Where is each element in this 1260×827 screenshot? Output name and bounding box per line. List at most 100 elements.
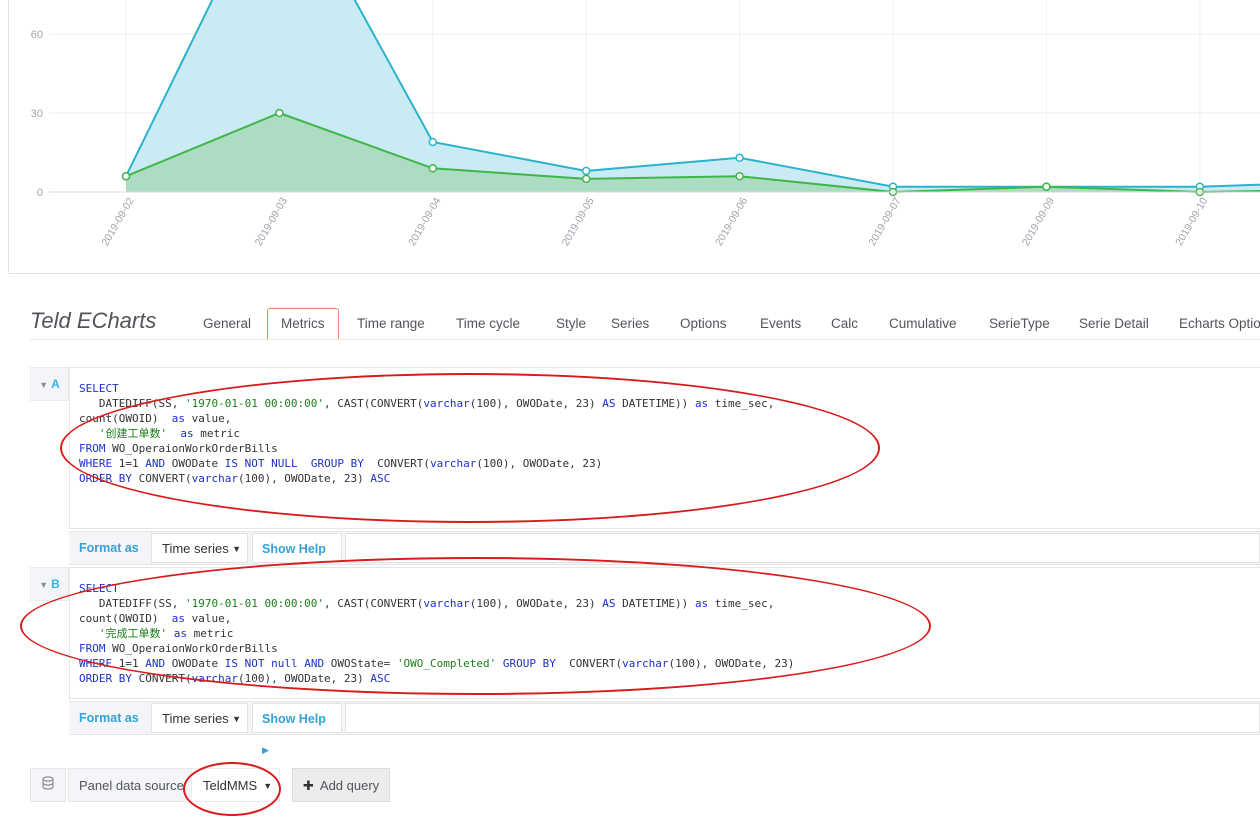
- query-a-sql[interactable]: SELECT DATEDIFF(SS, '1970-01-01 00:00:00…: [79, 381, 774, 486]
- query-letter: A: [51, 377, 60, 391]
- query-a-toggle[interactable]: ▼ A: [30, 367, 69, 401]
- series-point: [275, 108, 284, 118]
- sql-token: as: [171, 412, 185, 425]
- sql-token: DATETIME)): [615, 597, 695, 610]
- collapse-caret-icon: ▼: [39, 380, 49, 390]
- tab-general[interactable]: General: [190, 308, 264, 339]
- sql-line: WHERE 1=1 AND OWODate IS NOT NULL GROUP …: [79, 456, 774, 471]
- show-help-label: Show Help: [262, 712, 326, 726]
- sql-token: as: [694, 597, 709, 610]
- sql-token: DATEDIFF(SS,: [79, 397, 185, 410]
- sql-line: DATEDIFF(SS, '1970-01-01 00:00:00', CAST…: [79, 396, 775, 411]
- sql-token: as: [180, 427, 194, 440]
- sql-token: CONVERT(: [555, 657, 623, 670]
- format-select-value: Time series: [162, 541, 229, 556]
- sql-token: DATETIME)): [615, 397, 695, 410]
- sql-line: '创建工单数' as metric: [79, 426, 774, 441]
- sql-token: FROM: [79, 642, 106, 655]
- format-select[interactable]: Time series ▼: [151, 703, 248, 733]
- show-help-button[interactable]: Show Help ▶: [252, 703, 342, 755]
- y-tick-label: 30: [31, 108, 43, 120]
- sql-token: AS: [602, 597, 616, 610]
- sql-token: SELECT: [79, 382, 119, 395]
- sql-token: GROUP BY: [502, 657, 556, 670]
- database-icon: [30, 768, 66, 802]
- toolbar-filler: [345, 533, 1260, 563]
- sql-token: CONVERT(: [363, 457, 431, 470]
- add-query-label: Add query: [319, 778, 380, 793]
- toolbar-filler: [345, 703, 1260, 733]
- format-as-label: Format as: [79, 541, 139, 555]
- editor-title: Teld ECharts: [30, 308, 157, 333]
- sql-token: CONVERT(: [131, 672, 192, 685]
- add-query-button[interactable]: ✚ Add query: [292, 768, 391, 802]
- tab-style[interactable]: Style: [543, 308, 599, 339]
- sql-token: (100), OWODate, 23): [237, 472, 371, 485]
- sql-token: varchar: [622, 657, 669, 670]
- sql-token: ASC: [370, 472, 391, 485]
- sql-token: as: [171, 612, 185, 625]
- sql-token: FROM: [79, 442, 106, 455]
- area-chart: 0 30 60 2019-09-02 2019-09-03 2019-09-04 2019-…: [31, 0, 1260, 248]
- sql-token: CONVERT(: [131, 472, 192, 485]
- series-point: [735, 171, 744, 181]
- tab-time-range[interactable]: Time range: [344, 308, 438, 339]
- sql-token: time_sec,: [708, 397, 775, 410]
- datasource-select[interactable]: TeldMMS ▼: [191, 768, 281, 802]
- tab-metrics[interactable]: Metrics: [267, 308, 339, 340]
- tab-options[interactable]: Options: [667, 308, 740, 339]
- sql-token: 1=1: [112, 657, 146, 670]
- query-b-toggle[interactable]: ▼ B: [30, 567, 69, 601]
- sql-line: SELECT: [79, 381, 774, 396]
- tab-echarts-option[interactable]: Echarts Option: [1166, 308, 1260, 339]
- sql-token: AS: [602, 397, 616, 410]
- collapse-caret-icon: ▼: [39, 580, 49, 590]
- tab-calc[interactable]: Calc: [818, 308, 871, 339]
- tab-series[interactable]: Series: [598, 308, 662, 339]
- y-tick-label: 0: [37, 187, 43, 199]
- y-tick-label: 60: [31, 29, 43, 41]
- x-tick-label: 2019-09-02: [99, 195, 136, 248]
- series-point: [581, 174, 591, 184]
- sql-token: ASC: [370, 672, 391, 685]
- sql-token: , CAST(CONVERT(: [324, 397, 424, 410]
- tab-serietype[interactable]: SerieType: [976, 308, 1063, 339]
- sql-token: SELECT: [79, 582, 119, 595]
- series-point: [581, 166, 591, 176]
- sql-token: value,: [184, 412, 232, 425]
- sql-token: WHERE: [79, 457, 113, 470]
- query-letter: B: [51, 577, 60, 591]
- sql-token: metric: [187, 627, 234, 640]
- sql-token: '1970-01-01 00:00:00': [184, 397, 325, 410]
- sql-token: AND: [145, 457, 166, 470]
- sql-token: DATEDIFF(SS,: [79, 597, 185, 610]
- x-tick-label: 2019-09-09: [1020, 195, 1057, 248]
- sql-token: IS NOT NULL: [224, 457, 298, 470]
- caret-right-icon: ▶: [262, 745, 269, 755]
- format-select[interactable]: Time series ▼: [151, 533, 248, 563]
- sql-line: FROM WO_OperaionWorkOrderBills: [79, 441, 774, 456]
- query-b-sql[interactable]: SELECT DATEDIFF(SS, '1970-01-01 00:00:00…: [79, 581, 794, 686]
- tab-cumulative[interactable]: Cumulative: [876, 308, 970, 339]
- tab-serie-detail[interactable]: Serie Detail: [1066, 308, 1162, 339]
- sql-token: varchar: [423, 597, 470, 610]
- sql-token: (100), OWODate, 23): [237, 672, 371, 685]
- sql-line: DATEDIFF(SS, '1970-01-01 00:00:00', CAST…: [79, 596, 794, 611]
- series-point: [428, 137, 438, 147]
- format-as-label: Format as: [79, 711, 139, 725]
- show-help-button[interactable]: Show Help ▶: [252, 533, 342, 585]
- sql-line: WHERE 1=1 AND OWODate IS NOT null AND OW…: [79, 656, 794, 671]
- tab-events[interactable]: Events: [747, 308, 814, 339]
- x-tick-label: 2019-09-06: [713, 195, 750, 248]
- sql-line: count(OWOID) as value,: [79, 411, 774, 426]
- sql-token: OWOState=: [324, 657, 397, 670]
- sql-token: varchar: [423, 397, 470, 410]
- tab-time-cycle[interactable]: Time cycle: [443, 308, 533, 339]
- x-tick-label: 2019-09-10: [1173, 195, 1210, 248]
- series-area: [126, 113, 1260, 192]
